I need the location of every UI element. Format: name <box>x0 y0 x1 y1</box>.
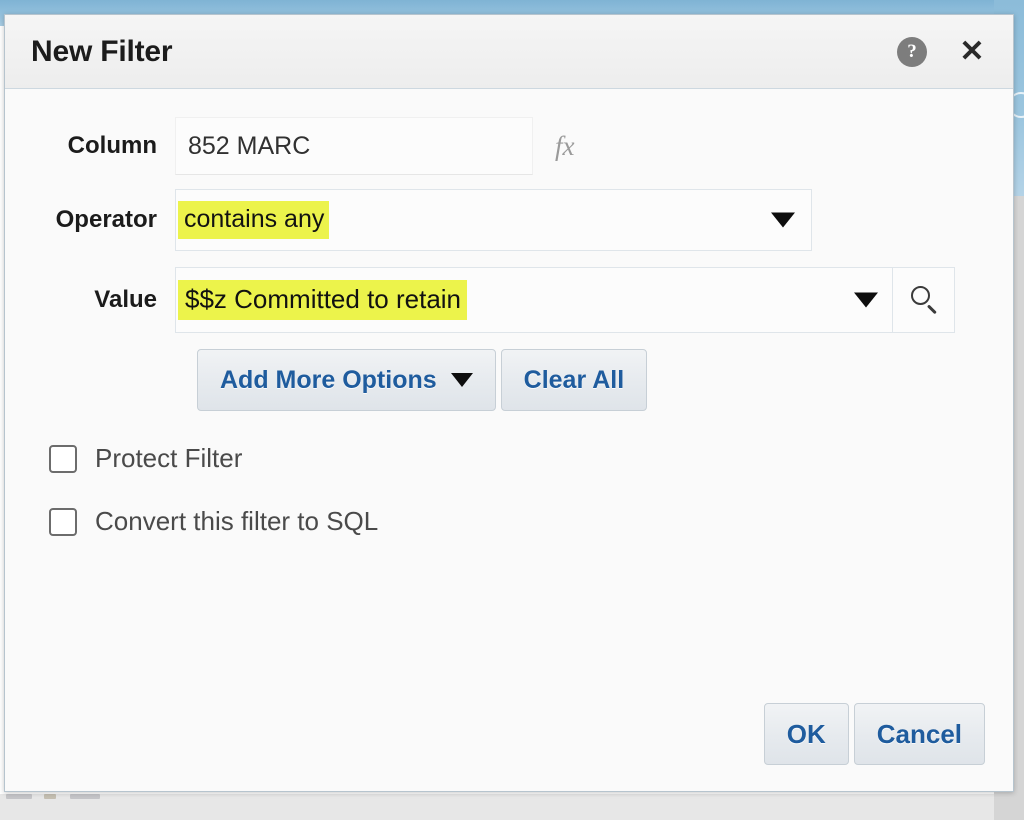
chevron-down-icon <box>450 373 473 387</box>
search-icon <box>909 285 939 315</box>
help-circle-icon[interactable]: ? <box>897 36 927 67</box>
column-label: Column <box>67 132 157 159</box>
protect-filter-checkbox-row[interactable]: Protect Filter <box>49 443 1013 474</box>
convert-to-sql-label: Convert this filter to SQL <box>95 506 379 536</box>
background-obscured-item <box>44 794 56 799</box>
dialog-footer: OK Cancel <box>763 703 985 765</box>
add-more-options-label: Add More Options <box>220 365 437 394</box>
background-bottom-strip <box>0 794 994 820</box>
new-filter-dialog: New Filter ? ✕ Column 852 MARC fx Operat… <box>4 14 1014 792</box>
fx-formula-icon[interactable]: fx <box>555 131 575 162</box>
page-title: New Filter <box>31 34 173 68</box>
value-search-button[interactable] <box>892 267 955 333</box>
operator-label: Operator <box>55 206 157 233</box>
operator-row: Operator contains any <box>5 185 1013 255</box>
value-input[interactable]: $$z Committed to retain <box>175 267 893 333</box>
value-row: Value $$z Committed to retain <box>5 263 1013 337</box>
convert-to-sql-checkbox[interactable] <box>49 507 77 536</box>
value-current-text: $$z Committed to retain <box>178 279 468 321</box>
protect-filter-label: Protect Filter <box>95 443 243 473</box>
options-row: Add More Options Clear All <box>197 349 1013 411</box>
chevron-down-icon[interactable] <box>854 292 878 308</box>
background-obscured-item <box>6 794 32 799</box>
column-row: Column 852 MARC fx <box>5 115 1013 177</box>
column-input[interactable]: 852 MARC <box>175 117 533 175</box>
dialog-titlebar: New Filter ? ✕ <box>5 15 1013 89</box>
convert-to-sql-checkbox-row[interactable]: Convert this filter to SQL <box>49 506 1013 537</box>
background-obscured-item <box>70 794 100 799</box>
clear-all-button[interactable]: Clear All <box>500 349 648 411</box>
protect-filter-checkbox[interactable] <box>49 444 77 473</box>
titlebar-actions: ? ✕ <box>897 36 987 67</box>
cancel-button[interactable]: Cancel <box>853 703 985 765</box>
operator-select[interactable]: contains any <box>175 189 812 251</box>
close-icon[interactable]: ✕ <box>957 36 987 67</box>
ok-button[interactable]: OK <box>763 703 849 765</box>
operator-selected-value: contains any <box>178 201 330 239</box>
add-more-options-button[interactable]: Add More Options <box>197 349 496 411</box>
dialog-body: Column 852 MARC fx Operator contains any… <box>5 89 1013 791</box>
value-label: Value <box>94 286 157 313</box>
chevron-down-icon <box>771 212 795 228</box>
